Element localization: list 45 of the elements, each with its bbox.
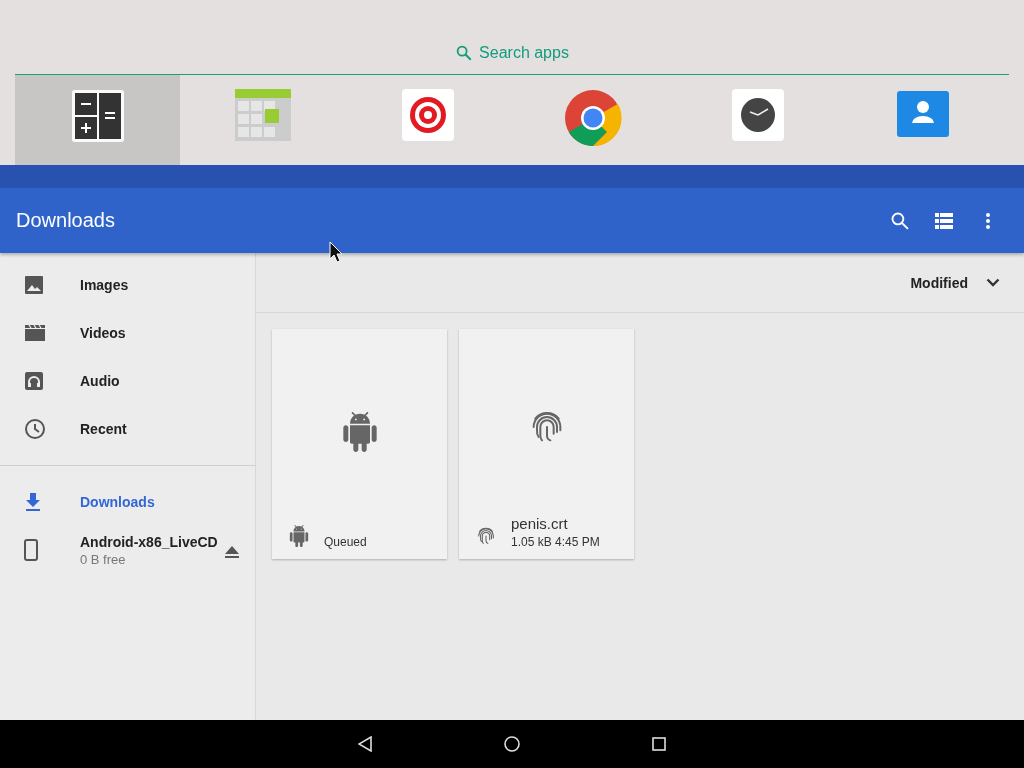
headphones-icon [24,371,44,391]
eject-icon[interactable] [225,546,239,558]
item-label: Images [80,277,130,293]
contacts-icon [895,89,950,139]
item-subtitle: 0 B free [80,551,127,567]
item-label: Recent [80,421,128,437]
download-icon [24,492,42,512]
android-icon [288,525,310,547]
recents-icon [652,737,666,751]
toolbar-title: Downloads [16,209,116,232]
item-label: Audio [80,373,121,389]
chevron-down-icon [986,278,1000,287]
calendar-icon [234,89,291,141]
more-icon [986,212,990,229]
browser-icon [563,89,622,147]
phone-icon [24,539,38,561]
image-icon [24,275,44,295]
clock-icon [24,418,46,440]
sidebar-item[interactable]: Images [0,261,255,309]
sidebar-item[interactable]: Downloads [0,478,255,526]
search-icon [455,44,474,62]
item-label: Downloads [80,494,156,510]
list-icon [935,212,953,229]
back-icon [358,736,372,752]
search-icon [890,210,910,231]
file-summary: Queued [324,535,367,549]
file-name: penis.crt [511,515,569,532]
file-summary: 1.05 kB 4:45 PM [511,535,600,549]
sidebar-item[interactable]: Recent [0,405,255,453]
sidebar-item[interactable]: Videos [0,309,255,357]
mouse-cursor-icon [329,241,343,263]
sidebar-item[interactable]: Android-x86_LiveCD 0 B free [0,526,255,574]
file-card[interactable]: Queued [272,329,447,559]
clapperboard-icon [24,324,46,342]
clock-icon [731,89,784,141]
item-label: Videos [80,325,127,341]
item-label: Android-x86_LiveCD [80,533,219,550]
target-icon [401,89,454,141]
app-tile[interactable] [15,75,180,165]
sidebar-item[interactable]: Audio [0,357,255,405]
file-card[interactable]: penis.crt 1.05 kB 4:45 PM [459,329,634,559]
home-icon [504,736,520,752]
fingerprint-icon [475,525,497,547]
calculator-icon [70,89,125,143]
sort-dropdown[interactable]: Modified [906,270,1004,295]
